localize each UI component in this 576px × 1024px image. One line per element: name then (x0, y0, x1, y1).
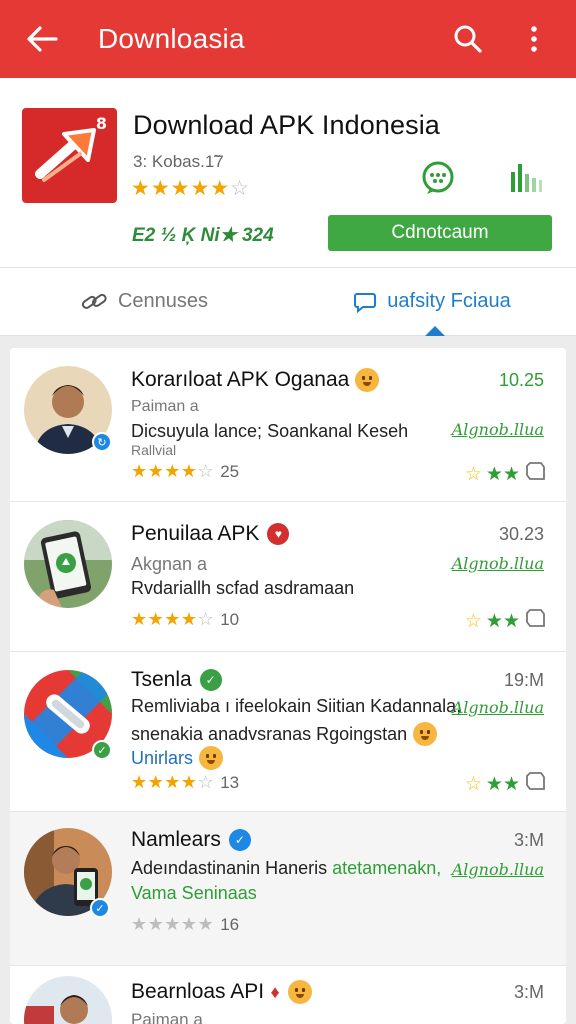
review-signature: Algnob.llua (451, 420, 544, 439)
review-subtitle: Akgnan a (131, 554, 208, 574)
emoji-icon (199, 746, 224, 770)
star-outline-icon[interactable]: ☆ (465, 610, 482, 633)
review-body: Adeındastinanin Haneris atetamenakn, (131, 858, 441, 879)
review-rating: ★★★★ ☆ 10 (131, 609, 240, 629)
check-badge-icon: ✓ (199, 669, 222, 691)
review-extra: Rallvial (131, 442, 177, 458)
flag-icon[interactable] (524, 460, 546, 488)
review-body: Rvdariallh scfad asdramaan (131, 578, 355, 598)
review-link[interactable]: Unirlars (131, 746, 224, 770)
review-time: 19:M (503, 670, 544, 690)
review-time: 3:M (513, 830, 544, 850)
review-list[interactable]: ↻ Korarıloat APK Oganaa 10.25 Paiman a D… (10, 348, 566, 1024)
review-actions: ☆ ★★ (465, 460, 546, 488)
link-icon (80, 291, 108, 313)
review-actions: ☆ ★★ (465, 607, 546, 635)
review-signature: Algnob.llua (451, 698, 544, 717)
app-logo: 8 (22, 108, 117, 203)
tab-comments[interactable]: Cennuses (0, 268, 288, 335)
review-author-name: Penuilaa APK (131, 522, 260, 545)
review-body: Dicsuyula lance; Soankanal Keseh (131, 421, 409, 441)
review-time: 10.25 (498, 370, 544, 390)
review-link[interactable]: Vama Seninaas (131, 883, 257, 904)
chat-bubble-icon[interactable] (420, 160, 456, 196)
review-body-highlight: atetamenakn, (332, 858, 442, 878)
emoji-icon (288, 980, 313, 1004)
app-logo-number: 8 (95, 114, 107, 133)
verified-badge-icon: ✓ (228, 829, 251, 851)
verified-badge-icon: ✓ (90, 898, 110, 918)
review-signature: Algnob.llua (451, 554, 544, 573)
list-item[interactable]: ✓ Tsenla ✓ 19:M Remliviaba ı ifeelokain S… (10, 652, 566, 812)
heart-badge-icon: ♥ (267, 523, 290, 545)
review-body-line2: snenakia anadvsranas Rgoingstan (131, 722, 438, 746)
more-vert-icon[interactable] (514, 19, 554, 59)
review-author: Bearnloas API ♦ (131, 980, 313, 1004)
review-rating: ★★★★ ☆ 13 (131, 772, 240, 792)
review-subtitle: Paiman a (131, 398, 199, 415)
avatar (24, 520, 112, 608)
review-author-name: Tsenla (131, 668, 192, 691)
emoji-icon (355, 368, 380, 392)
review-count: 13 (220, 772, 240, 792)
review-time: 30.23 (498, 524, 544, 544)
app-stats: Ε2 ½ Ķ Ni★ 324 (132, 225, 274, 246)
review-time: 3:M (513, 982, 544, 1002)
review-body: Remliviaba ı ifeelokain Siitian Kadannal… (131, 696, 462, 716)
list-item[interactable]: ✓ Namlears ✓ 3:M Adeındastinanin Haneris … (10, 812, 566, 966)
review-body-text: Adeındastinanin Haneris (131, 858, 328, 878)
review-count: 10 (220, 609, 240, 629)
review-author-name: Bearnloas API (131, 980, 265, 1003)
review-author: Namlears ✓ (131, 828, 251, 852)
app-bar: Downloasia (0, 0, 576, 78)
review-author-name: Namlears (131, 828, 221, 851)
star-icon[interactable]: ★★ (486, 610, 520, 633)
review-actions: ☆ ★★ (465, 770, 546, 798)
check-badge-icon: ✓ (92, 740, 112, 760)
app-version: 3: Kobas.1̃7 (133, 152, 224, 171)
tab-reviews[interactable]: uafsity Fciaua (288, 268, 576, 335)
review-author: Penuilaa APK ♥ (131, 522, 290, 546)
review-author-name: Korarıloat APK Oganaa (131, 368, 350, 391)
star-icon[interactable]: ★★ (486, 463, 520, 486)
star-icon[interactable]: ★★ (486, 773, 520, 796)
tab-label: uafsity Fciaua (387, 290, 511, 312)
list-item[interactable]: Bearnloas API ♦ 3:M Paiman a (10, 966, 566, 1024)
search-icon[interactable] (448, 19, 488, 59)
tie-icon: ♦ (270, 981, 280, 1002)
app-name: Download APK Indonesia (133, 110, 440, 140)
flag-icon[interactable] (524, 770, 546, 798)
review-subtitle: Paiman a (131, 1010, 203, 1024)
chat-bubble-icon (353, 290, 377, 314)
review-author: Tsenla ✓ (131, 668, 222, 692)
flag-icon[interactable] (524, 607, 546, 635)
star-outline-icon[interactable]: ☆ (465, 463, 482, 486)
bar-chart-icon[interactable] (509, 162, 543, 192)
list-item[interactable]: ↻ Korarıloat APK Oganaa 10.25 Paiman a D… (10, 348, 566, 502)
app-rating-stars: ★★★★★☆ (131, 177, 250, 200)
back-arrow-icon[interactable] (24, 21, 60, 57)
active-tab-indicator (425, 326, 445, 336)
review-rating: ★★★★ ☆ 25 (131, 461, 240, 481)
verified-badge-icon: ↻ (92, 432, 112, 452)
review-link-text: Unirlars (131, 747, 194, 768)
download-button[interactable]: Cdnotcaum (328, 215, 552, 251)
emoji-icon (413, 722, 438, 746)
review-count: 25 (220, 461, 240, 481)
review-body-text: snenakia anadvsranas Rgoingstan (131, 723, 408, 744)
star-outline-icon[interactable]: ☆ (465, 773, 482, 796)
tab-label: Cennuses (117, 290, 209, 312)
tab-bar: Cennuses uafsity Fciaua (0, 268, 576, 336)
app-bar-title: Downloasia (98, 23, 245, 54)
review-author: Korarıloat APK Oganaa (131, 368, 380, 392)
review-signature: Algnob.llua (451, 860, 544, 879)
avatar (24, 976, 112, 1024)
review-rating: ★★★★★ 16 (131, 914, 240, 934)
review-count: 16 (220, 914, 240, 934)
app-header-card: 8 Download APK Indonesia 3: Kobas.1̃7 ★★… (0, 78, 576, 268)
list-item[interactable]: Penuilaa APK ♥ 30.23 Akgnan a Rvdariallh … (10, 502, 566, 652)
